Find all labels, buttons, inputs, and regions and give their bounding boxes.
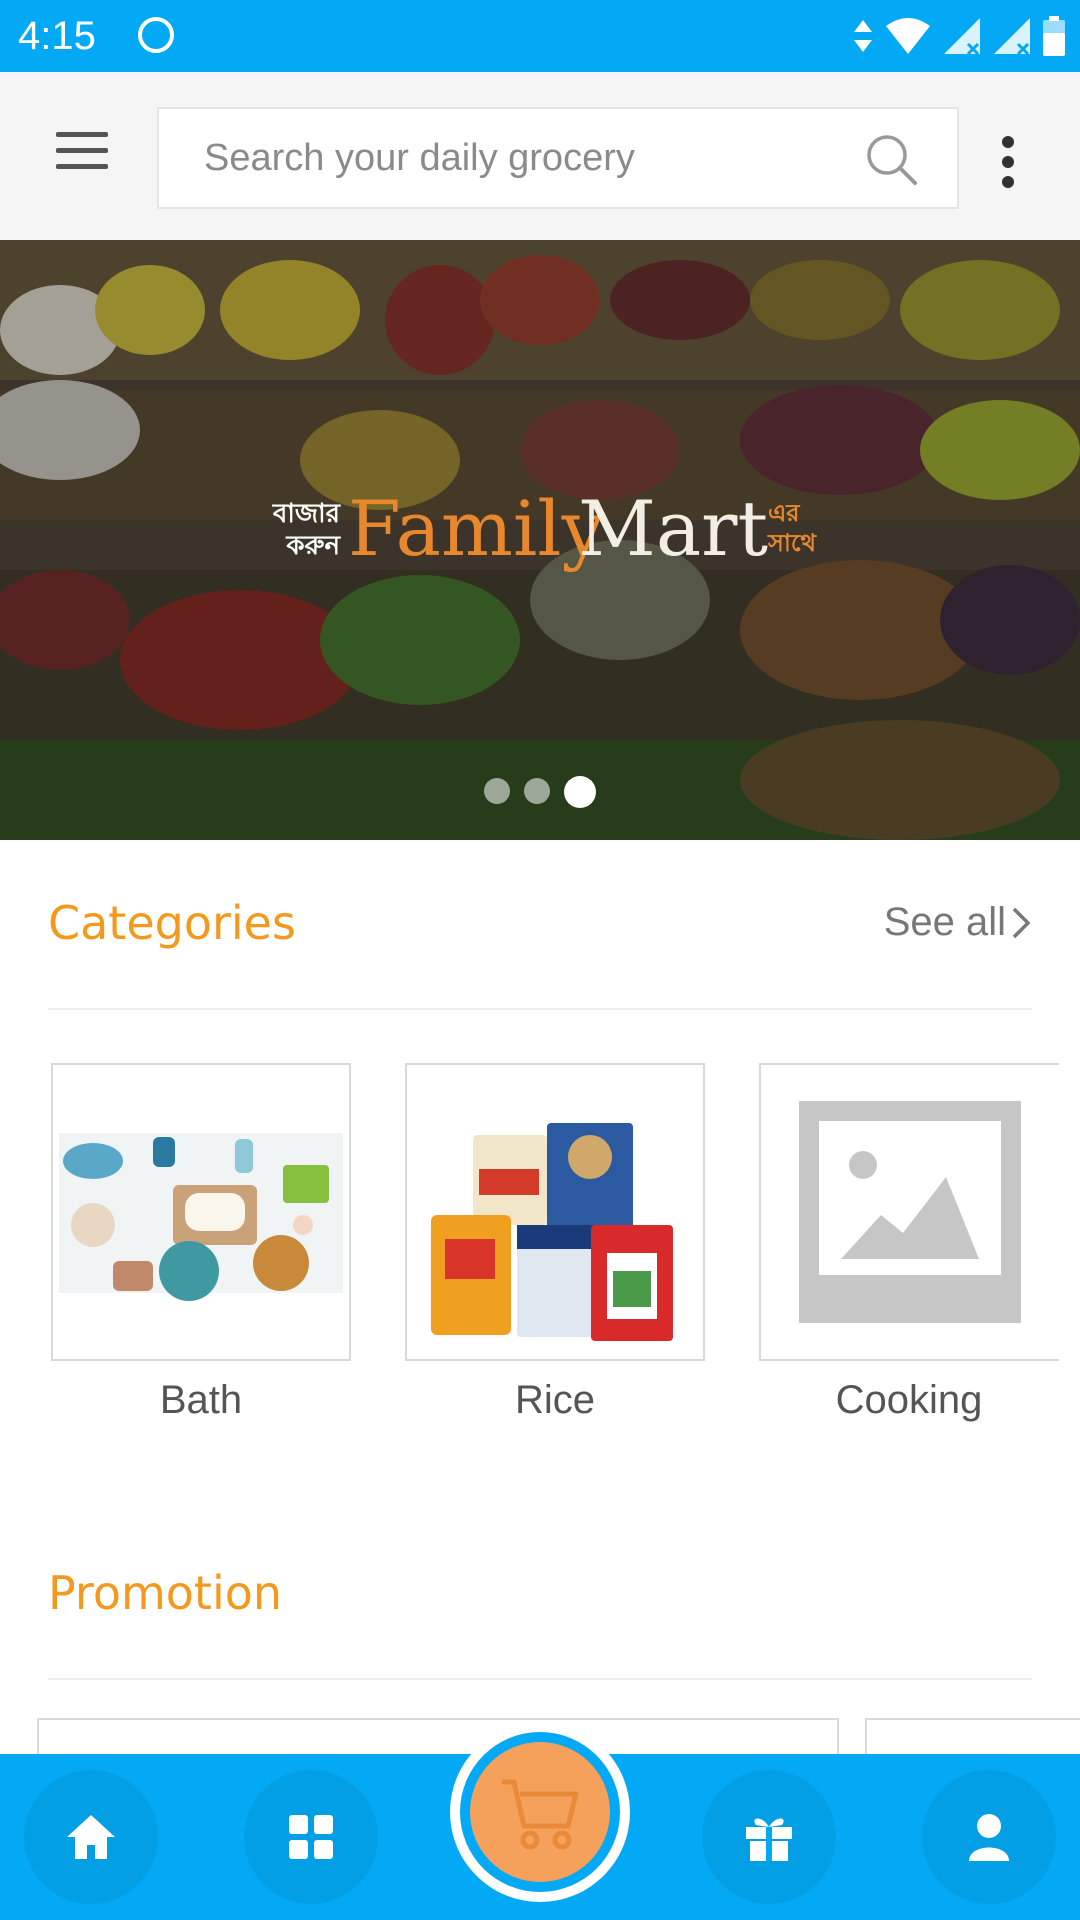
bath-category-image xyxy=(59,1133,343,1301)
banner-mart-text: Mart xyxy=(578,484,768,573)
search-box[interactable] xyxy=(157,107,959,209)
category-label-cooking: Cooking xyxy=(835,1378,983,1422)
cart-button-fill xyxy=(470,1742,610,1882)
category-card-cooking[interactable] xyxy=(759,1063,1059,1361)
category-label-rice: Rice xyxy=(514,1378,596,1422)
rice-category-image xyxy=(407,1065,703,1359)
image-placeholder-icon xyxy=(799,1101,1021,1323)
gift-icon xyxy=(746,1818,792,1861)
categories-divider xyxy=(48,1008,1032,1010)
cart-button[interactable] xyxy=(450,1722,630,1902)
cart-button-ring xyxy=(460,1732,620,1892)
more-options-icon[interactable] xyxy=(990,134,1026,190)
cart-icon xyxy=(502,1779,579,1850)
grid-icon xyxy=(289,1815,333,1859)
category-card-rice[interactable] xyxy=(405,1063,705,1361)
sync-status-icon xyxy=(138,17,174,53)
search-input[interactable] xyxy=(204,109,844,207)
see-all-label: See all xyxy=(883,900,1006,944)
status-bar: 4:15 xyxy=(0,0,1080,72)
banner-bangla-left: বাজার করুন xyxy=(272,498,340,560)
banner-family-text: Family xyxy=(348,484,605,573)
signal-icon-2 xyxy=(994,18,1030,56)
promotion-title: Promotion xyxy=(48,1566,283,1620)
promo-banner-carousel[interactable]: বাজার করুন Family Mart এর সাথে xyxy=(0,240,1080,840)
system-status-icons xyxy=(852,12,1066,60)
promotion-divider xyxy=(48,1678,1032,1680)
status-time: 4:15 xyxy=(18,14,96,58)
home-icon xyxy=(67,1815,115,1859)
see-all-link[interactable]: See all xyxy=(884,900,1032,945)
hamburger-menu-icon[interactable] xyxy=(50,128,114,176)
search-icon[interactable] xyxy=(865,133,917,185)
nav-offers-button[interactable] xyxy=(702,1770,836,1904)
carousel-dot-active[interactable] xyxy=(564,776,596,808)
app-toolbar xyxy=(0,72,1080,240)
battery-icon xyxy=(1043,16,1065,56)
user-icon xyxy=(969,1814,1009,1861)
category-label-bath: Bath xyxy=(159,1378,243,1422)
carousel-dot[interactable] xyxy=(484,778,510,804)
carousel-dot[interactable] xyxy=(524,778,550,804)
nav-profile-button[interactable] xyxy=(922,1770,1056,1904)
banner-bangla-right: এর সাথে xyxy=(768,500,817,557)
familymart-logo: বাজার করুন Family Mart এর সাথে xyxy=(250,484,850,585)
categories-title: Categories xyxy=(48,896,296,950)
signal-icon xyxy=(944,18,980,56)
wifi-icon xyxy=(886,18,930,54)
category-card-bath[interactable] xyxy=(51,1063,351,1361)
nav-home-button[interactable] xyxy=(24,1770,158,1904)
nav-categories-button[interactable] xyxy=(244,1770,378,1904)
chevron-right-icon xyxy=(1012,907,1031,938)
carousel-indicator xyxy=(0,776,1080,810)
data-arrows-icon xyxy=(854,20,872,52)
